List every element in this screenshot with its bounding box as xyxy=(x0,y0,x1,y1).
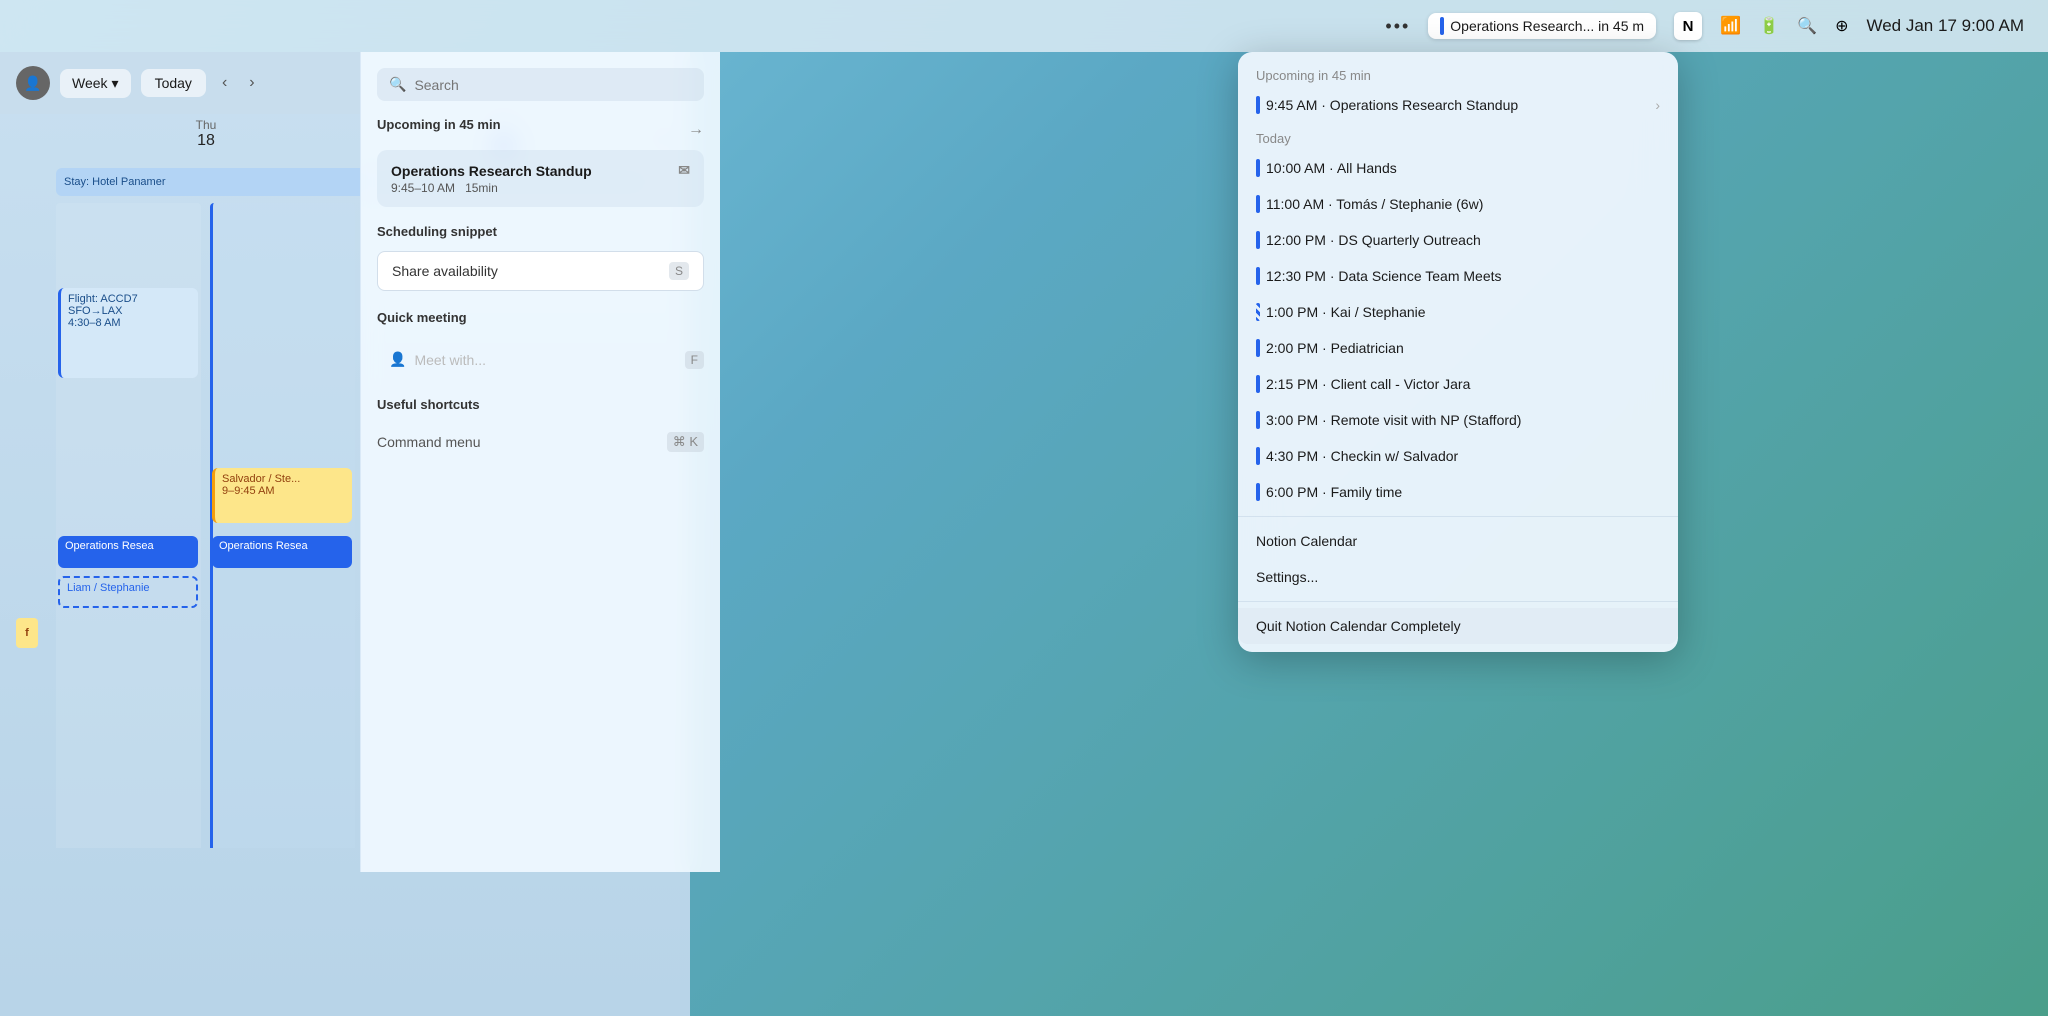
dropdown-menu: Upcoming in 45 min 9:45 AM · Operations … xyxy=(1238,52,1678,652)
day-header-thu: Thu 18 xyxy=(58,118,354,160)
menubar-datetime: Wed Jan 17 9:00 AM xyxy=(1866,16,2024,36)
notion-indicator xyxy=(1440,17,1444,35)
menu-divider-1 xyxy=(1238,516,1678,517)
event-liam[interactable]: Liam / Stephanie xyxy=(58,576,198,608)
control-center-icon[interactable]: ⊕ xyxy=(1835,16,1848,36)
dropdown-item-3[interactable]: 12:30 PM · Data Science Team Meets xyxy=(1238,258,1678,294)
event-bar-6 xyxy=(1256,375,1260,393)
notion-calendar-item[interactable]: Notion Calendar xyxy=(1238,523,1678,559)
dropdown-item-6[interactable]: 2:15 PM · Client call - Victor Jara xyxy=(1238,366,1678,402)
quit-item[interactable]: Quit Notion Calendar Completely xyxy=(1238,608,1678,644)
notion-pill[interactable]: Operations Research... in 45 m xyxy=(1428,13,1656,39)
event-bar-4 xyxy=(1256,303,1260,321)
dropdown-item-9[interactable]: 6:00 PM · Family time xyxy=(1238,474,1678,510)
today-button[interactable]: Today xyxy=(141,69,206,97)
event-bar-2 xyxy=(1256,231,1260,249)
upcoming-event-title: Operations Research Standup ✉ xyxy=(391,162,690,179)
prev-nav-button[interactable]: ‹ xyxy=(216,70,233,96)
share-key-badge: S xyxy=(669,262,689,280)
meet-with-placeholder: Meet with... xyxy=(414,352,486,368)
menubar-dots[interactable]: ••• xyxy=(1385,16,1410,37)
command-menu-key: ⌘ K xyxy=(667,432,704,452)
meet-with-input[interactable]: 👤 Meet with... xyxy=(377,343,498,376)
wifi-icon: 📶 xyxy=(1720,16,1741,36)
command-menu-label: Command menu xyxy=(377,434,481,450)
menu-arrow-upcoming: › xyxy=(1655,97,1660,113)
dropdown-item-0[interactable]: 10:00 AM · All Hands xyxy=(1238,150,1678,186)
search-icon-panel: 🔍 xyxy=(389,76,406,93)
event-bar-1 xyxy=(1256,195,1260,213)
person-icon: 👤 xyxy=(389,351,406,368)
upcoming-arrow[interactable]: → xyxy=(688,121,704,139)
upcoming-header: Upcoming in 45 min → xyxy=(377,117,704,142)
avatar[interactable]: 👤 xyxy=(16,66,50,100)
email-icon[interactable]: ✉ xyxy=(678,162,690,179)
dropdown-item-5[interactable]: 2:00 PM · Pediatrician xyxy=(1238,330,1678,366)
notion-n-icon[interactable]: N xyxy=(1674,12,1702,40)
dropdown-item-8[interactable]: 4:30 PM · Checkin w/ Salvador xyxy=(1238,438,1678,474)
event-ops-fri[interactable]: Operations Resea xyxy=(212,536,352,568)
event-bar-8 xyxy=(1256,447,1260,465)
event-bar-3 xyxy=(1256,267,1260,285)
dropdown-item-1[interactable]: 11:00 AM · Tomás / Stephanie (6w) xyxy=(1238,186,1678,222)
event-bar-9 xyxy=(1256,483,1260,501)
dropdown-today-label: Today xyxy=(1238,123,1678,150)
upcoming-title: Upcoming in 45 min xyxy=(377,117,501,132)
search-bar[interactable]: 🔍 xyxy=(377,68,704,101)
event-f-badge[interactable]: f xyxy=(16,618,38,648)
event-bar-7 xyxy=(1256,411,1260,429)
event-flight[interactable]: Flight: ACCD7 SFO→LAX 4:30–8 AM xyxy=(58,288,198,378)
shortcuts-section: Useful shortcuts xyxy=(377,396,704,414)
event-bar-upcoming xyxy=(1256,96,1260,114)
shortcuts-title: Useful shortcuts xyxy=(377,397,480,412)
scheduling-section: Scheduling snippet xyxy=(377,223,704,241)
quick-meeting-section: Quick meeting xyxy=(377,309,704,327)
command-menu-row: Command menu ⌘ K xyxy=(377,424,704,460)
event-salvador[interactable]: Salvador / Ste... 9–9:45 AM xyxy=(212,468,352,523)
dropdown-item-7[interactable]: 3:00 PM · Remote visit with NP (Stafford… xyxy=(1238,402,1678,438)
scheduling-title: Scheduling snippet xyxy=(377,224,497,239)
right-panel: 🔍 Upcoming in 45 min → Operations Resear… xyxy=(360,52,720,872)
settings-item[interactable]: Settings... xyxy=(1238,559,1678,595)
menu-divider-2 xyxy=(1238,601,1678,602)
menubar: ••• Operations Research... in 45 m N 📶 🔋… xyxy=(0,0,2048,52)
event-bar-5 xyxy=(1256,339,1260,357)
event-ops-thu[interactable]: Operations Resea xyxy=(58,536,198,568)
upcoming-event-row[interactable]: Operations Research Standup ✉ 9:45–10 AM… xyxy=(377,150,704,207)
next-nav-button[interactable]: › xyxy=(243,70,260,96)
event-bar-0 xyxy=(1256,159,1260,177)
chevron-down-icon: ▾ xyxy=(112,75,119,92)
dropdown-upcoming-label: Upcoming in 45 min xyxy=(1238,60,1678,87)
battery-icon: 🔋 xyxy=(1759,16,1779,36)
search-input[interactable] xyxy=(414,77,692,93)
meet-with-row: 👤 Meet with... F xyxy=(377,337,704,382)
col-fri xyxy=(210,203,355,848)
notion-pill-text: Operations Research... in 45 m xyxy=(1450,18,1644,34)
dropdown-item-2[interactable]: 12:00 PM · DS Quarterly Outreach xyxy=(1238,222,1678,258)
menubar-right: ••• Operations Research... in 45 m N 📶 🔋… xyxy=(1385,12,2024,40)
dropdown-item-4[interactable]: 1:00 PM · Kai / Stephanie xyxy=(1238,294,1678,330)
share-availability-button[interactable]: Share availability S xyxy=(377,251,704,291)
search-icon[interactable]: 🔍 xyxy=(1797,16,1817,36)
upcoming-event-time: 9:45–10 AM 15min xyxy=(391,181,690,195)
dropdown-upcoming-item[interactable]: 9:45 AM · Operations Research Standup › xyxy=(1238,87,1678,123)
week-view-button[interactable]: Week ▾ xyxy=(60,69,131,98)
meet-key-badge: F xyxy=(685,351,704,369)
quick-meeting-title: Quick meeting xyxy=(377,310,467,325)
